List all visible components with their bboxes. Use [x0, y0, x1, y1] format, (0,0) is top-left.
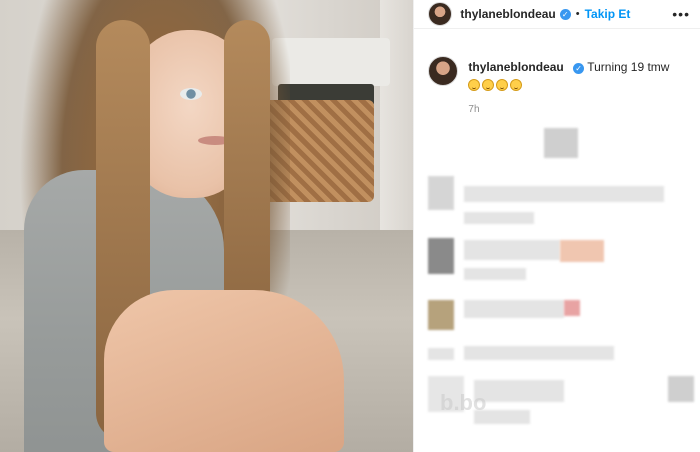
caption-avatar[interactable] — [428, 56, 459, 86]
caption-line: thylaneblondeau ✓ Turning 19 tmw — [468, 60, 669, 74]
caption-block: thylaneblondeau ✓ Turning 19 tmw — [428, 56, 669, 91]
blurred-comment-meta — [464, 268, 527, 280]
more-options-icon[interactable]: ••• — [672, 6, 690, 22]
caption-text: Turning 19 tmw — [587, 60, 670, 74]
grinning-face-emoji-icon — [482, 79, 495, 91]
post-timestamp: 7h — [468, 104, 480, 115]
caption-body: thylaneblondeau ✓ Turning 19 tmw — [468, 60, 669, 91]
blurred-comment-text — [464, 346, 615, 360]
grinning-face-emoji-icon — [468, 79, 481, 91]
post-header: thylaneblondeau ✓ • Takip Et — [414, 0, 700, 29]
blurred-comment-avatar — [428, 176, 455, 210]
instagram-post: thylaneblondeau ✓ • Takip Et thylaneblon… — [0, 0, 700, 452]
blurred-comment-meta — [428, 348, 455, 360]
sad-face-emoji-icon — [510, 79, 523, 91]
blurred-comment-emoji — [564, 300, 581, 316]
verified-badge-icon: ✓ — [559, 8, 571, 20]
caption-verified-icon: ✓ — [573, 63, 585, 74]
sad-face-emoji-icon — [496, 79, 509, 91]
post-photo[interactable] — [0, 0, 414, 452]
blurred-comment-text — [464, 300, 565, 318]
blurred-comment-avatar — [428, 300, 455, 330]
blurred-comment-text — [464, 240, 561, 260]
author-avatar[interactable] — [428, 2, 453, 26]
follow-button[interactable]: Takip Et — [585, 7, 631, 21]
header-separator: • — [575, 8, 580, 20]
blurred-comment-meta — [464, 212, 535, 224]
blurred-comment-avatar — [428, 238, 455, 274]
author-username[interactable]: thylaneblondeau — [460, 7, 555, 21]
photo-pillar — [380, 0, 414, 230]
blurred-comment-icon — [668, 376, 695, 402]
blurred-comment-text — [474, 380, 565, 402]
blurred-comment-icon — [544, 128, 579, 158]
blurred-comment-emoji — [560, 240, 605, 262]
caption-username[interactable]: thylaneblondeau — [468, 60, 563, 74]
caption-emojis — [468, 79, 669, 91]
photo-left-eye — [180, 88, 202, 100]
watermark-logo: b.bo — [440, 390, 487, 415]
blurred-comment-text — [464, 186, 665, 202]
post-sidebar: thylaneblondeau ✓ • Takip Et thylaneblon… — [413, 0, 700, 452]
photo-arm — [104, 290, 344, 452]
